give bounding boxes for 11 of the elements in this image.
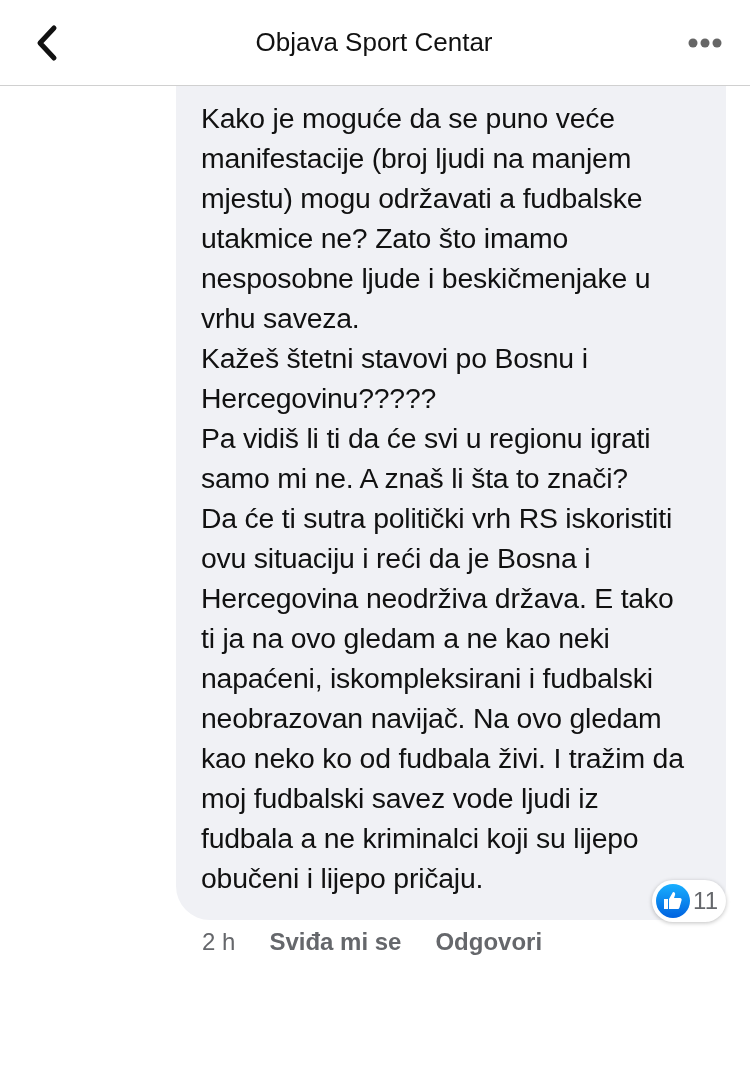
- comment-paragraph: Pa vidiš li ti da će svi u regionu igrati samo mi ne. A znaš li šta to znači?: [201, 421, 652, 496]
- timestamp: 2 h: [202, 928, 236, 956]
- like-icon: [656, 884, 691, 918]
- comment-paragraph: Kako je moguće da se puno veće manifestacije (broj ljudi na manjem mjestu) mogu održavati a fudbalske utakmice ne? Zato što imamo nesposobne ljude i beskičmenjake u vrhu saveza.: [201, 101, 652, 336]
- reaction-badge[interactable]: 11: [652, 880, 726, 922]
- comment-paragraph: Kažeš štetni stavovi po Bosnu i Hercegovinu?????: [201, 341, 589, 416]
- more-icon[interactable]: [688, 37, 722, 48]
- action-link[interactable]: Odgovori: [435, 928, 543, 956]
- page-title: Objava Sport Centar: [255, 27, 493, 58]
- reaction-count: 11: [693, 887, 718, 915]
- action-link[interactable]: Sviđa mi se: [269, 928, 402, 956]
